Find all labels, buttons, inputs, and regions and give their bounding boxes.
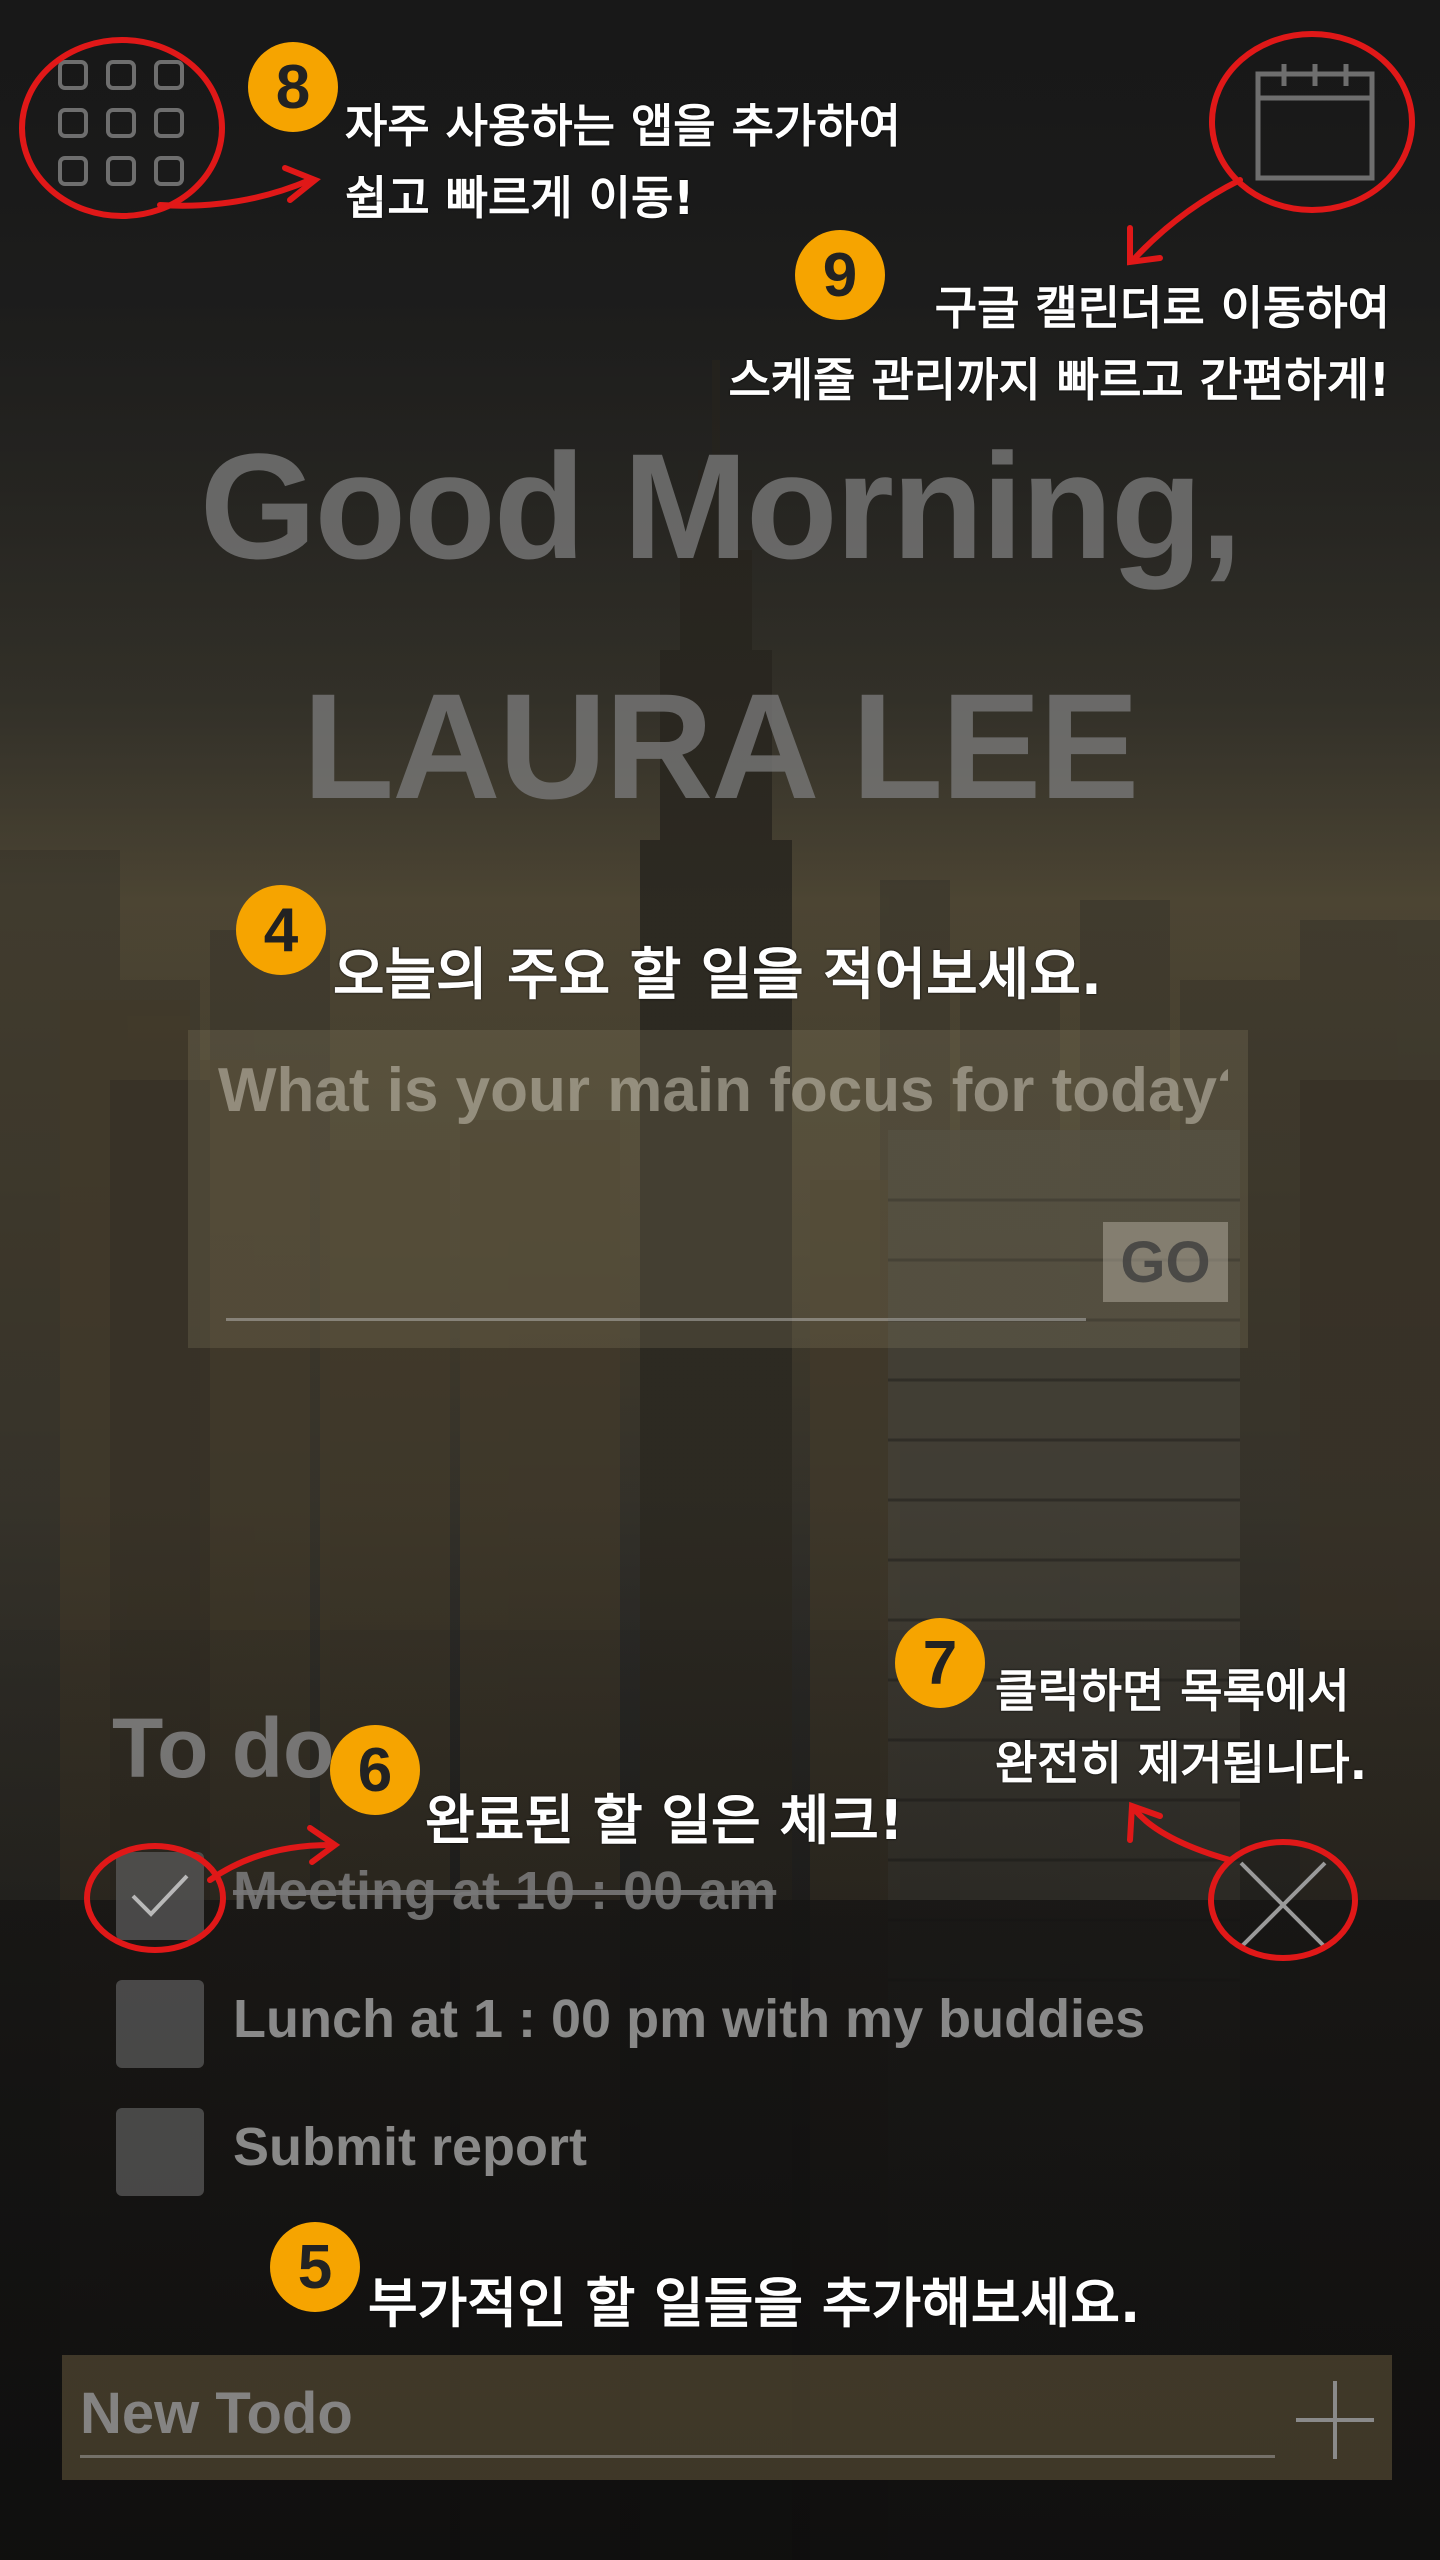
callout-note-6-line-1: 완료된 할 일은 체크! <box>425 1789 904 1852</box>
callout-badge-5: 5 <box>270 2222 360 2312</box>
main-focus-panel: GO <box>188 1030 1248 1348</box>
check-icon <box>131 1874 189 1917</box>
todo-title: To do <box>112 1701 335 1795</box>
greeting-name: LAURA LEE <box>302 662 1140 830</box>
calendar-icon[interactable] <box>1250 58 1380 188</box>
todo-item: Meeting at 10 : 00 am <box>116 1852 1116 1940</box>
callout-note-7: 클릭하면 목록에서 완전히 제거됩니다. <box>995 1655 1367 1799</box>
todo-item-text: Lunch at 1 : 00 pm with my buddies <box>233 1989 1146 2049</box>
callout-note-8-line-2: 쉽고 빠르게 이동! <box>345 171 695 225</box>
callout-note-6: 완료된 할 일은 체크! <box>425 1785 903 1857</box>
todo-item: Lunch at 1 : 00 pm with my buddies <box>116 1980 1145 2068</box>
greeting-line-1: Good Morning, <box>199 422 1242 590</box>
todo-item-text: Submit report <box>233 2117 588 2177</box>
callout-badge-6: 6 <box>330 1725 420 1815</box>
callout-note-7-line-1: 클릭하면 목록에서 <box>995 1664 1350 1718</box>
callout-note-9-line-2: 스케줄 관리까지 빠르고 간편하게! <box>728 353 1390 407</box>
callout-note-4: 오늘의 주요 할 일을 적어보세요. <box>333 940 1102 1012</box>
callout-note-7-line-2: 완전히 제거됩니다. <box>995 1736 1368 1790</box>
callout-note-9: 구글 캘린더로 이동하여 스케줄 관리까지 빠르고 간편하게! <box>728 272 1390 416</box>
callout-note-5: 부가적인 할 일들을 추가해보세요. <box>368 2268 1140 2340</box>
apps-grid-icon[interactable] <box>58 60 188 190</box>
callout-note-9-line-1: 구글 캘린더로 이동하여 <box>934 281 1390 335</box>
callout-badge-8: 8 <box>248 42 338 132</box>
todo-checkbox-checked[interactable] <box>116 1852 204 1940</box>
new-todo-input[interactable] <box>80 2373 1210 2453</box>
new-todo-underline <box>80 2455 1275 2458</box>
callout-note-5-line-1: 부가적인 할 일들을 추가해보세요. <box>368 2272 1141 2335</box>
delete-todo-close-icon[interactable] <box>1233 1855 1333 1955</box>
todo-checkbox[interactable] <box>116 1980 204 2068</box>
callout-note-4-line-1: 오늘의 주요 할 일을 적어보세요. <box>333 943 1103 1008</box>
focus-input-underline <box>226 1318 1086 1321</box>
todo-item-text: Meeting at 10 : 00 am <box>233 1861 777 1921</box>
todo-item: Submit report <box>116 2108 1116 2196</box>
go-button[interactable]: GO <box>1103 1222 1228 1302</box>
callout-badge-4: 4 <box>236 885 326 975</box>
todo-checkbox[interactable] <box>116 2108 204 2196</box>
main-focus-input[interactable] <box>218 1050 1228 1130</box>
new-todo-bar <box>62 2355 1392 2480</box>
callout-note-8-line-1: 자주 사용하는 앱을 추가하여 <box>345 99 901 153</box>
callout-note-8: 자주 사용하는 앱을 추가하여 쉽고 빠르게 이동! <box>345 90 901 234</box>
add-todo-plus-icon[interactable] <box>1290 2375 1380 2465</box>
callout-badge-7: 7 <box>895 1618 985 1708</box>
